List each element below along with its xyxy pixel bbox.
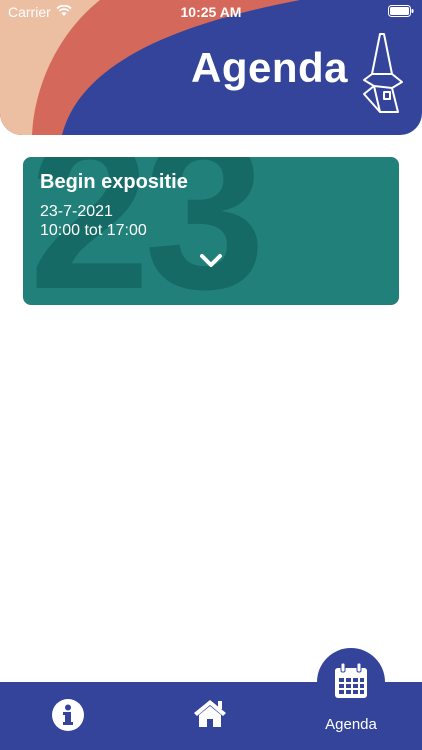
agenda-screen: Carrier 10:25 AM Agenda 23 Begin exposit…	[0, 0, 422, 750]
page-title: Agenda	[190, 44, 348, 91]
event-date: 23-7-2021	[40, 203, 113, 220]
tab-agenda-label[interactable]: Agenda	[300, 716, 402, 733]
tower-logo-icon	[363, 33, 403, 113]
event-time: 10:00 tot 17:00	[40, 222, 147, 239]
calendar-icon[interactable]	[333, 662, 369, 700]
event-title: Begin expositie	[40, 171, 188, 193]
header: Carrier 10:25 AM Agenda	[0, 0, 422, 135]
event-card[interactable]: 23 Begin expositie 23-7-2021 10:00 tot 1…	[23, 157, 399, 305]
home-icon[interactable]	[192, 697, 228, 729]
info-icon[interactable]	[51, 698, 85, 732]
status-time: 10:25 AM	[180, 4, 242, 20]
battery-icon	[388, 5, 414, 17]
chevron-down-icon[interactable]	[199, 251, 223, 271]
status-bar: Carrier 10:25 AM	[0, 0, 422, 24]
